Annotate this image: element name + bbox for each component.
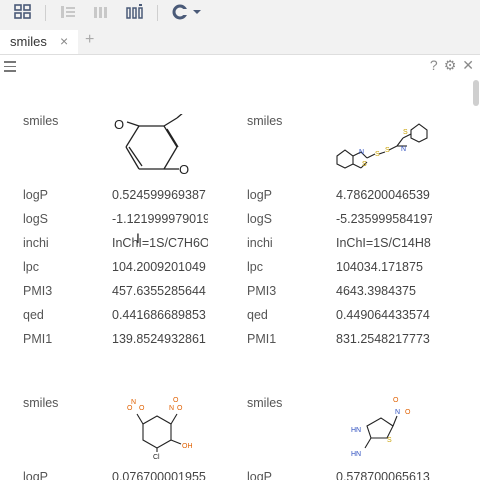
molecule-card[interactable]: smiles SSSS NN logP 4.786200046539 logS … — [247, 112, 457, 346]
svg-text:O: O — [179, 162, 189, 177]
close-tab-icon[interactable]: × — [60, 33, 68, 49]
molecule-structure-image: ONO N OO OH Cl — [127, 397, 193, 460]
property-value: 139.8524932861 — [112, 332, 206, 346]
property-label: PMI1 — [247, 332, 277, 346]
property-label: inchi — [23, 236, 49, 250]
add-tab-icon[interactable]: + — [85, 31, 94, 49]
smiles-label: smiles — [247, 114, 283, 128]
text-cursor-icon: Ι — [136, 230, 140, 246]
panel-header: ? ⚙ ✕ — [0, 55, 480, 77]
property-value: InChI=1S/C14H8 — [336, 236, 431, 250]
smiles-label: smiles — [247, 396, 283, 410]
svg-text:O: O — [177, 405, 183, 412]
property-label: PMI3 — [23, 284, 53, 298]
table-view-icon[interactable] — [12, 2, 34, 22]
svg-text:S: S — [362, 161, 367, 168]
property-label: lpc — [23, 260, 39, 274]
toolbar-separator — [157, 5, 158, 21]
property-value: 4643.3984375 — [336, 284, 416, 298]
property-label: logS — [247, 212, 273, 226]
svg-text:HN: HN — [351, 451, 361, 458]
property-value: 0.449064433574 — [336, 308, 430, 322]
svg-text:S: S — [387, 437, 392, 444]
svg-text:N: N — [395, 409, 400, 416]
settings-icon[interactable]: ⚙ — [444, 57, 457, 73]
bar-chart-icon[interactable] — [124, 2, 146, 22]
property-value: 0.076700001955 — [112, 470, 206, 480]
property-value: 104.2009201049 — [112, 260, 206, 274]
svg-text:N: N — [359, 149, 364, 156]
property-label: logP — [23, 188, 49, 202]
molecule-card[interactable]: smiles ONO NOO OH Cl logP 0.076700001955 — [23, 396, 233, 480]
help-icon[interactable]: ? — [430, 57, 438, 73]
property-label: qed — [247, 308, 268, 322]
property-label: qed — [23, 308, 44, 322]
smiles-label: smiles — [23, 114, 59, 128]
svg-text:N: N — [401, 146, 406, 153]
svg-text:O: O — [405, 409, 411, 416]
property-label: logP — [247, 188, 273, 202]
molecule-structure-image: OO N HN HN S — [351, 397, 411, 458]
svg-text:O: O — [114, 117, 124, 132]
toolbar-separator — [45, 5, 46, 21]
toolbar — [0, 0, 480, 26]
hamburger-menu-icon[interactable] — [4, 61, 16, 75]
property-value: 4.786200046539 — [336, 188, 430, 202]
svg-text:O: O — [173, 397, 179, 404]
property-label: PMI3 — [247, 284, 277, 298]
molecule-structure-image: O O — [114, 114, 189, 177]
scrollbar-track[interactable] — [472, 78, 480, 480]
property-value: -1.121999979019 — [112, 212, 208, 226]
molecule-card[interactable]: smiles OO N HN HN S logP 0.578700065613 — [247, 396, 457, 480]
close-panel-icon[interactable]: ✕ — [462, 57, 474, 73]
tab-bar: smiles × + — [0, 26, 480, 55]
tab-smiles[interactable]: smiles × — [0, 30, 78, 54]
property-label: inchi — [247, 236, 273, 250]
property-label: PMI1 — [23, 332, 53, 346]
property-value: InChI=1S/C7H6O2 — [112, 236, 208, 250]
smiles-label: smiles — [23, 396, 59, 410]
tab-label: smiles — [10, 34, 47, 49]
property-value: -5.235999584197 — [336, 212, 432, 226]
property-label: logP — [23, 470, 49, 480]
svg-text:O: O — [127, 405, 133, 412]
property-value: 0.578700065613 — [336, 470, 430, 480]
svg-text:OH: OH — [182, 443, 193, 450]
svg-text:N: N — [169, 405, 174, 412]
property-value: 104034.171875 — [336, 260, 423, 274]
property-value: 831.2548217773 — [336, 332, 430, 346]
property-label: logP — [247, 470, 273, 480]
molecule-dropdown-icon[interactable] — [170, 2, 204, 22]
property-label: logS — [23, 212, 49, 226]
svg-text:N: N — [131, 399, 136, 406]
columns-view-icon[interactable] — [90, 2, 112, 22]
svg-text:HN: HN — [351, 427, 361, 434]
scrollbar-thumb[interactable] — [473, 80, 479, 106]
svg-text:S: S — [375, 151, 380, 158]
property-value: 0.441686689853 — [112, 308, 206, 322]
svg-text:O: O — [393, 397, 399, 404]
property-value: 457.6355285644 — [112, 284, 206, 298]
property-label: lpc — [247, 260, 263, 274]
list-view-icon[interactable] — [57, 2, 79, 22]
molecule-card[interactable]: smiles O O logP 0.524599969387 logS -1.1… — [23, 112, 233, 346]
svg-text:Cl: Cl — [153, 454, 160, 460]
property-value: 0.524599969387 — [112, 188, 206, 202]
svg-text:S: S — [403, 129, 408, 136]
molecule-structure-image: SSSS NN — [336, 123, 428, 169]
svg-text:O: O — [139, 405, 145, 412]
svg-text:S: S — [385, 147, 390, 154]
